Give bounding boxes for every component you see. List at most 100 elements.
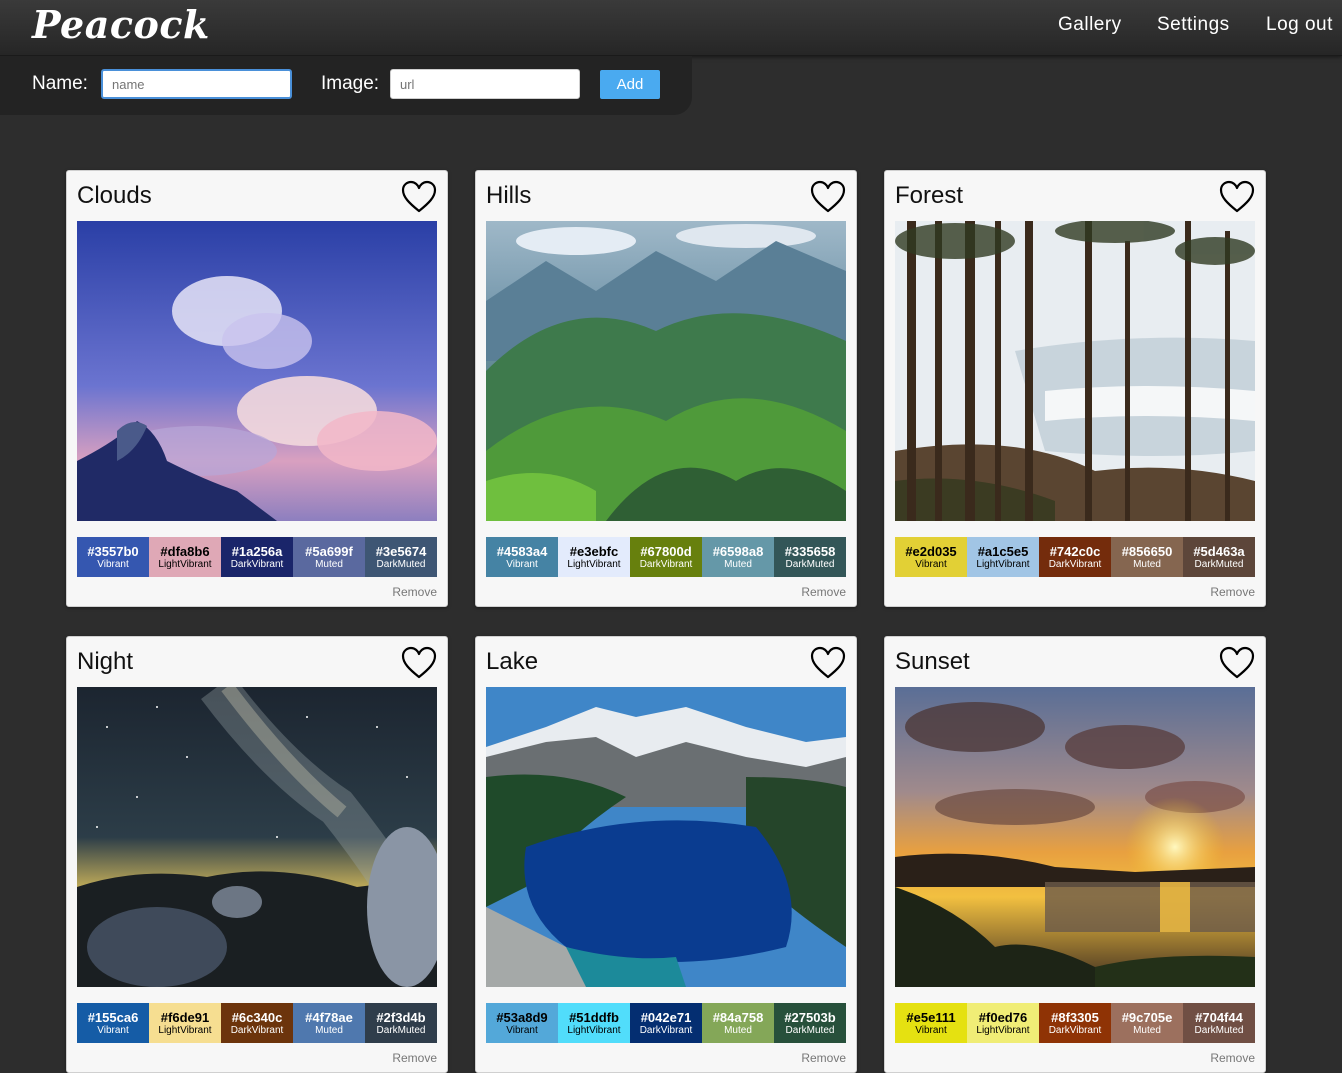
swatch-name: Muted xyxy=(1133,1024,1161,1036)
swatch-name: DarkMuted xyxy=(1194,1024,1244,1036)
swatch-hex: #f6de91 xyxy=(160,1009,210,1025)
name-label: Name: xyxy=(32,73,88,94)
swatch-name: Vibrant xyxy=(506,558,538,570)
swatch-hex: #856650 xyxy=(1121,543,1173,559)
heart-icon[interactable] xyxy=(810,646,846,680)
swatch-name: LightVibrant xyxy=(567,558,621,570)
swatch-hex: #dfa8b6 xyxy=(160,543,210,559)
brand-logo[interactable]: Peacock xyxy=(32,2,210,47)
color-palette: #4583a4 Vibrant #e3ebfc LightVibrant #67800d… xyxy=(486,537,846,577)
color-swatch[interactable]: #53a8d9 Vibrant xyxy=(486,1003,558,1043)
color-swatch[interactable]: #704f44 DarkMuted xyxy=(1183,1003,1255,1043)
swatch-hex: #704f44 xyxy=(1195,1009,1243,1025)
gallery-card-sunset: Sunset #e5e111 Vibrant #f0ed76 LightVibr… xyxy=(884,636,1266,1073)
color-palette: #e2d035 Vibrant #a1c5e5 LightVibrant #742c0c… xyxy=(895,537,1255,577)
gallery-card-night: Night #155ca6 Vibrant #f6de91 LightVibra… xyxy=(66,636,448,1073)
remove-link[interactable]: Remove xyxy=(801,585,846,599)
swatch-name: LightVibrant xyxy=(158,1024,212,1036)
swatch-hex: #742c0c xyxy=(1049,543,1101,559)
color-palette: #3557b0 Vibrant #dfa8b6 LightVibrant #1a256a… xyxy=(77,537,437,577)
heart-icon[interactable] xyxy=(810,180,846,214)
swatch-hex: #2f3d4b xyxy=(376,1009,426,1025)
card-image xyxy=(895,221,1255,521)
heart-icon[interactable] xyxy=(1219,646,1255,680)
swatch-name: DarkVibrant xyxy=(639,1024,693,1036)
swatch-name: LightVibrant xyxy=(158,558,212,570)
card-image xyxy=(77,687,437,987)
card-image xyxy=(486,687,846,987)
swatch-name: Vibrant xyxy=(915,558,947,570)
swatch-hex: #27503b xyxy=(784,1009,836,1025)
swatch-hex: #53a8d9 xyxy=(496,1009,548,1025)
color-swatch[interactable]: #6c340c DarkVibrant xyxy=(221,1003,293,1043)
swatch-name: DarkMuted xyxy=(785,558,835,570)
swatch-name: LightVibrant xyxy=(976,558,1030,570)
card-title: Clouds xyxy=(77,182,152,209)
swatch-hex: #a1c5e5 xyxy=(977,543,1029,559)
heart-icon[interactable] xyxy=(1219,180,1255,214)
color-swatch[interactable]: #67800d DarkVibrant xyxy=(630,537,702,577)
color-swatch[interactable]: #5a699f Muted xyxy=(293,537,365,577)
color-swatch[interactable]: #155ca6 Vibrant xyxy=(77,1003,149,1043)
remove-link[interactable]: Remove xyxy=(801,1051,846,1065)
swatch-hex: #6598a8 xyxy=(712,543,764,559)
color-swatch[interactable]: #3557b0 Vibrant xyxy=(77,537,149,577)
color-swatch[interactable]: #856650 Muted xyxy=(1111,537,1183,577)
image-url-input[interactable] xyxy=(390,69,580,99)
nav-logout[interactable]: Log out xyxy=(1266,14,1333,36)
color-swatch[interactable]: #8f3305 DarkVibrant xyxy=(1039,1003,1111,1043)
add-image-form: Name: Image: Add xyxy=(0,56,692,115)
color-swatch[interactable]: #4f78ae Muted xyxy=(293,1003,365,1043)
color-swatch[interactable]: #6598a8 Muted xyxy=(702,537,774,577)
heart-icon[interactable] xyxy=(401,180,437,214)
color-swatch[interactable]: #51ddfb LightVibrant xyxy=(558,1003,630,1043)
swatch-hex: #84a758 xyxy=(712,1009,764,1025)
remove-link[interactable]: Remove xyxy=(1210,585,1255,599)
color-palette: #155ca6 Vibrant #f6de91 LightVibrant #6c340c… xyxy=(77,1003,437,1043)
color-swatch[interactable]: #dfa8b6 LightVibrant xyxy=(149,537,221,577)
name-input[interactable] xyxy=(101,69,292,99)
color-swatch[interactable]: #4583a4 Vibrant xyxy=(486,537,558,577)
swatch-name: DarkMuted xyxy=(376,1024,426,1036)
color-palette: #e5e111 Vibrant #f0ed76 LightVibrant #8f3305… xyxy=(895,1003,1255,1043)
nav-gallery[interactable]: Gallery xyxy=(1058,14,1122,36)
color-swatch[interactable]: #742c0c DarkVibrant xyxy=(1039,537,1111,577)
swatch-name: Muted xyxy=(724,558,752,570)
remove-link[interactable]: Remove xyxy=(392,585,437,599)
color-swatch[interactable]: #5d463a DarkMuted xyxy=(1183,537,1255,577)
color-swatch[interactable]: #9c705e Muted xyxy=(1111,1003,1183,1043)
color-swatch[interactable]: #2f3d4b DarkMuted xyxy=(365,1003,437,1043)
swatch-name: DarkVibrant xyxy=(1048,1024,1102,1036)
color-swatch[interactable]: #e2d035 Vibrant xyxy=(895,537,967,577)
color-palette: #53a8d9 Vibrant #51ddfb LightVibrant #042e71… xyxy=(486,1003,846,1043)
swatch-hex: #5a699f xyxy=(305,543,353,559)
swatch-name: DarkVibrant xyxy=(639,558,693,570)
remove-link[interactable]: Remove xyxy=(1210,1051,1255,1065)
color-swatch[interactable]: #84a758 Muted xyxy=(702,1003,774,1043)
heart-icon[interactable] xyxy=(401,646,437,680)
remove-link[interactable]: Remove xyxy=(392,1051,437,1065)
swatch-hex: #8f3305 xyxy=(1051,1009,1099,1025)
color-swatch[interactable]: #3e5674 DarkMuted xyxy=(365,537,437,577)
add-button[interactable]: Add xyxy=(600,70,660,99)
color-swatch[interactable]: #1a256a DarkVibrant xyxy=(221,537,293,577)
color-swatch[interactable]: #042e71 DarkVibrant xyxy=(630,1003,702,1043)
swatch-name: Vibrant xyxy=(915,1024,947,1036)
swatch-hex: #e3ebfc xyxy=(569,543,619,559)
swatch-hex: #155ca6 xyxy=(87,1009,139,1025)
color-swatch[interactable]: #335658 DarkMuted xyxy=(774,537,846,577)
swatch-name: DarkMuted xyxy=(1194,558,1244,570)
image-label: Image: xyxy=(321,73,380,94)
card-image xyxy=(895,687,1255,987)
color-swatch[interactable]: #e3ebfc LightVibrant xyxy=(558,537,630,577)
color-swatch[interactable]: #f0ed76 LightVibrant xyxy=(967,1003,1039,1043)
color-swatch[interactable]: #f6de91 LightVibrant xyxy=(149,1003,221,1043)
nav-settings[interactable]: Settings xyxy=(1157,14,1230,36)
color-swatch[interactable]: #e5e111 Vibrant xyxy=(895,1003,967,1043)
swatch-name: Vibrant xyxy=(97,1024,129,1036)
swatch-hex: #335658 xyxy=(784,543,836,559)
color-swatch[interactable]: #a1c5e5 LightVibrant xyxy=(967,537,1039,577)
color-swatch[interactable]: #27503b DarkMuted xyxy=(774,1003,846,1043)
swatch-hex: #67800d xyxy=(640,543,692,559)
swatch-hex: #5d463a xyxy=(1193,543,1245,559)
